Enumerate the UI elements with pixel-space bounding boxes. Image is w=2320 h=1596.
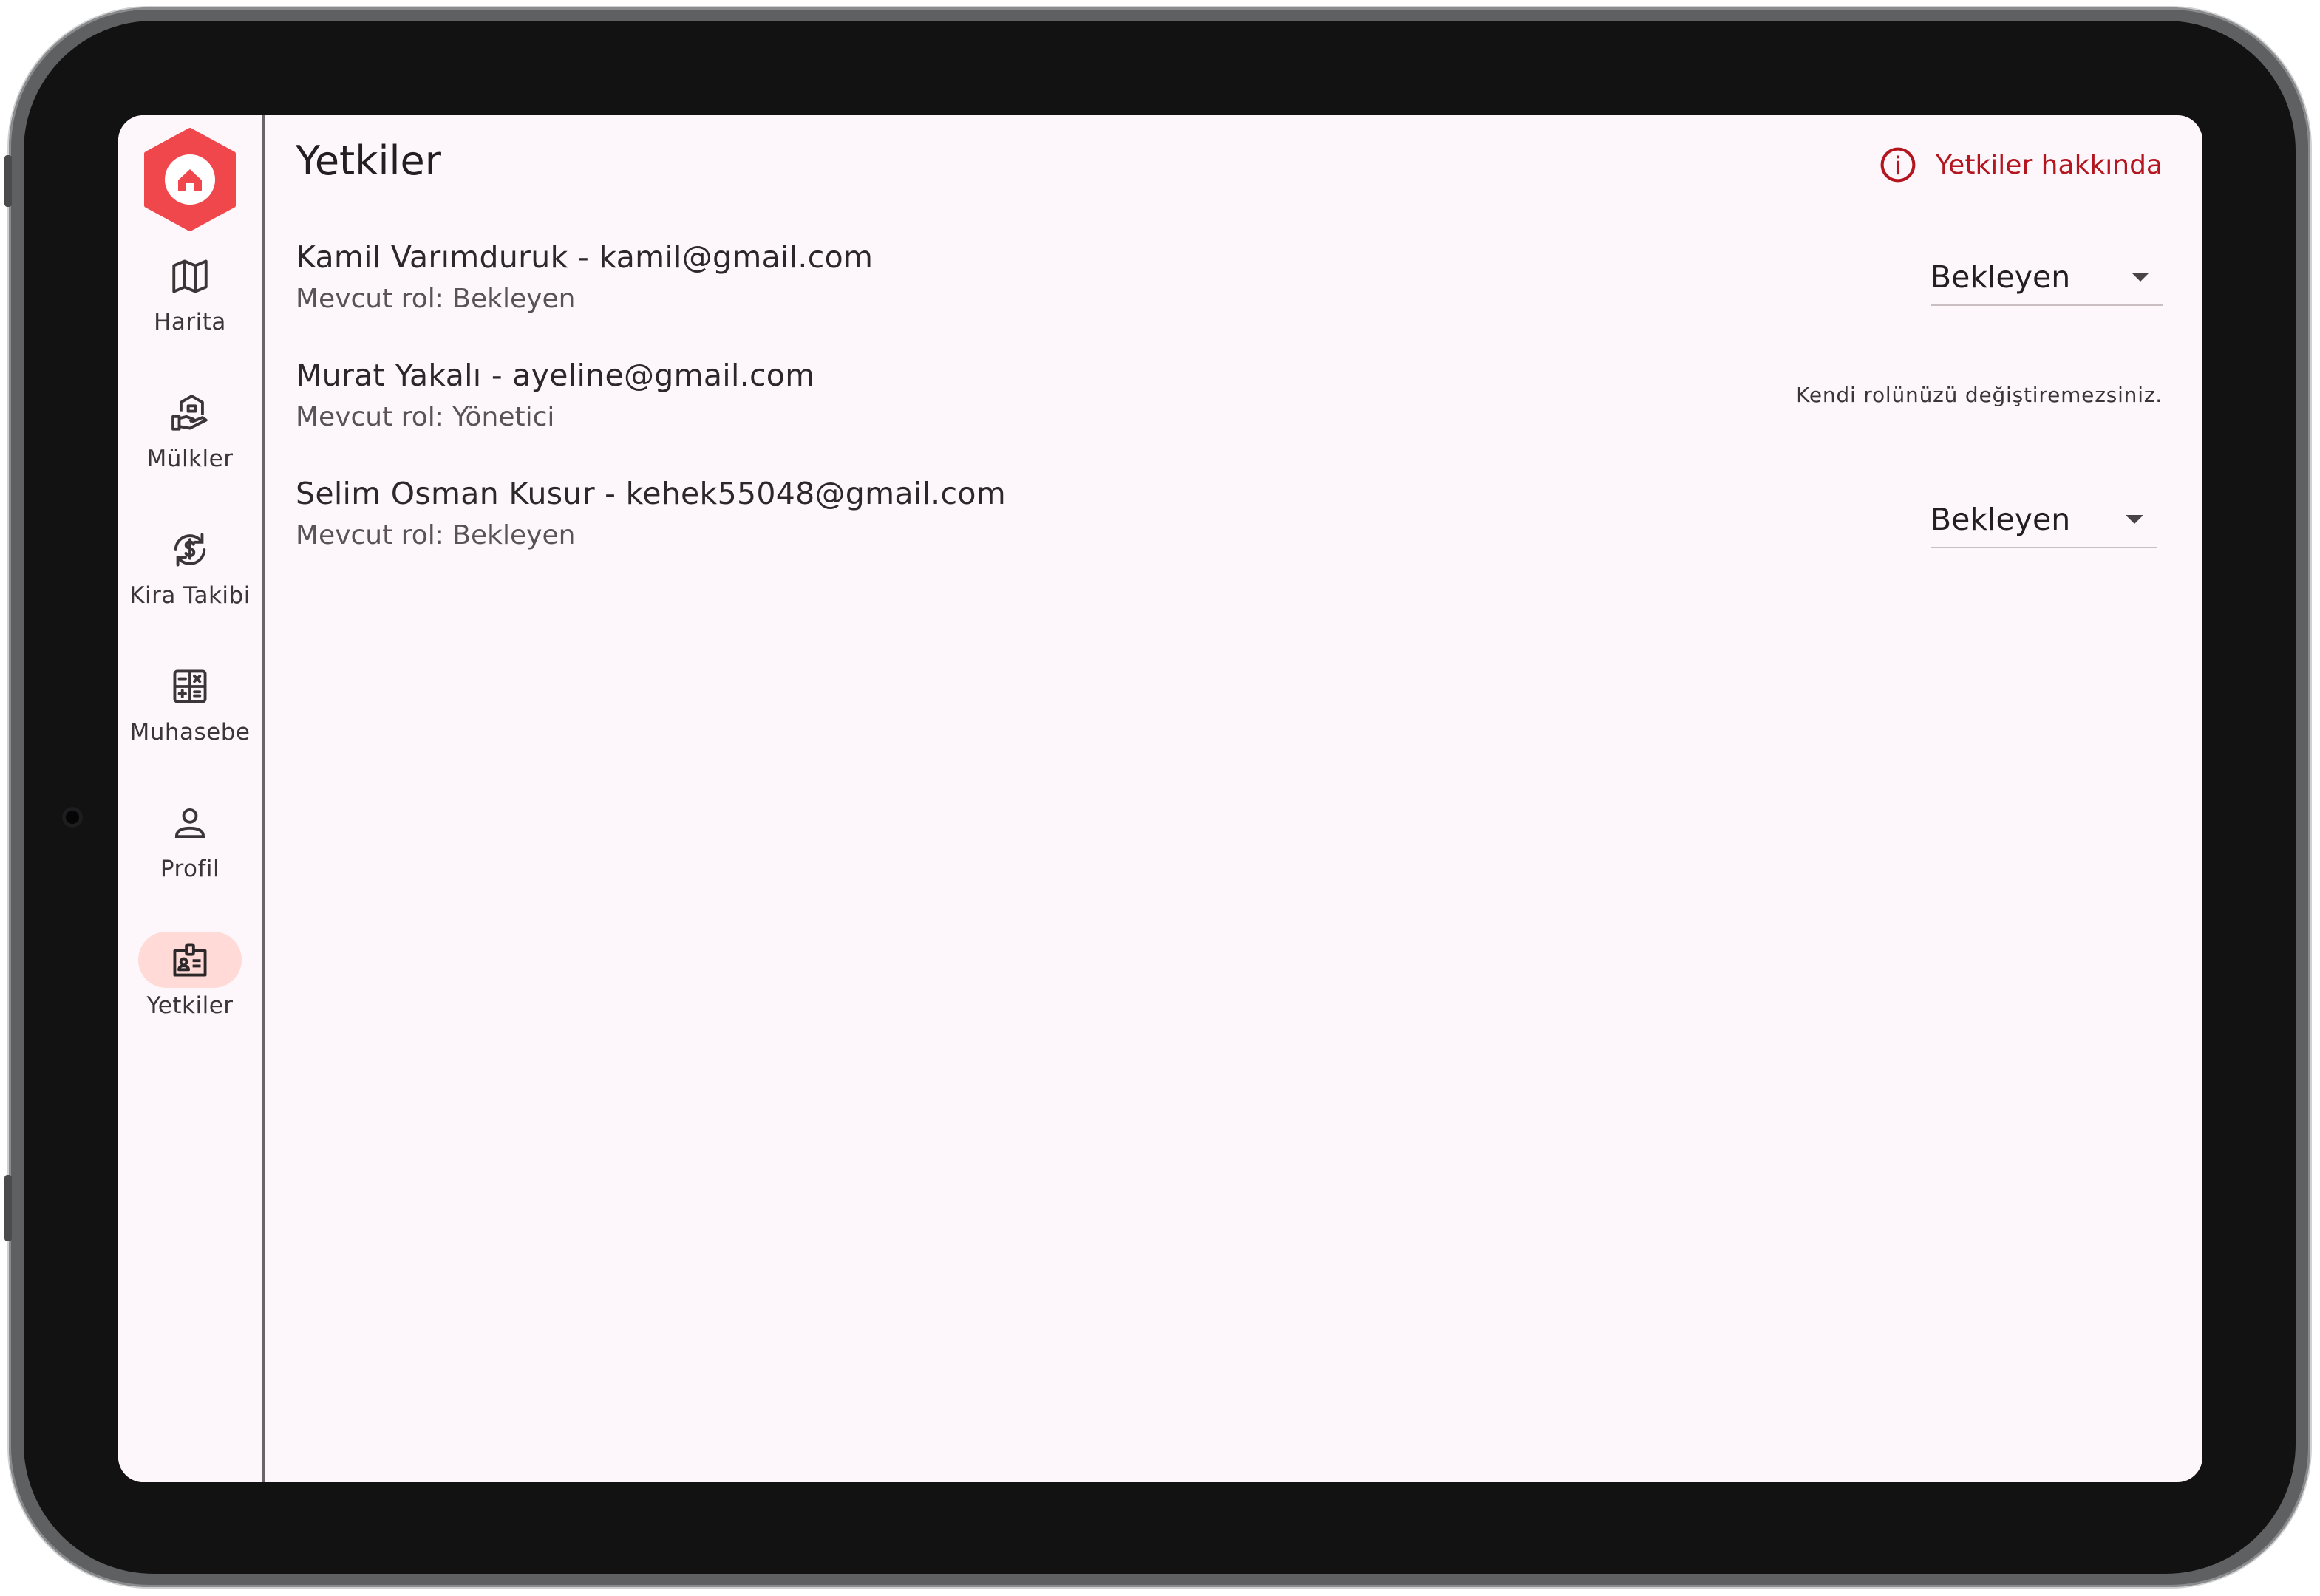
- nav-label: Harita: [154, 309, 226, 335]
- user-row: Kamil Varımduruk - kamil@gmail.com Mevcu…: [296, 239, 2163, 343]
- user-current-role: Mevcut rol: Bekleyen: [296, 284, 576, 314]
- nav-item-profil[interactable]: Profil: [118, 795, 262, 882]
- camera: [62, 807, 83, 828]
- user-row: Murat Yakalı - ayeline@gmail.com Mevcut …: [296, 358, 2163, 461]
- rent-cycle-dollar-icon: [138, 522, 242, 578]
- property-hand-icon: [138, 385, 242, 441]
- navigation-rail: Harita Mülkler Kira Takibi Muhasebe Prof…: [118, 115, 265, 1482]
- person-icon: [138, 795, 242, 851]
- cannot-change-own-role-note: Kendi rolünüzü değiştiremezsiniz.: [1796, 383, 2163, 407]
- nav-label: Muhasebe: [129, 719, 251, 746]
- nav-item-yetkiler[interactable]: Yetkiler: [118, 932, 262, 1019]
- main-content: Yetkiler Yetkiler hakkında Kamil Varımdu…: [265, 115, 2202, 1482]
- nav-item-kira-takibi[interactable]: Kira Takibi: [118, 522, 262, 609]
- dropdown-arrow-icon: [2132, 273, 2149, 282]
- nav-label: Yetkiler: [146, 992, 234, 1019]
- volume-button: [4, 155, 12, 207]
- role-dropdown-value: Bekleyen: [1931, 259, 2071, 295]
- role-dropdown[interactable]: Bekleyen: [1931, 250, 2163, 306]
- calculator-icon: [138, 658, 242, 715]
- nav-label: Kira Takibi: [129, 582, 251, 609]
- user-row: Selim Osman Kusur - kehek55048@gmail.com…: [296, 476, 2163, 579]
- role-dropdown-value: Bekleyen: [1931, 502, 2071, 537]
- about-link-label: Yetkiler hakkında: [1935, 149, 2163, 180]
- user-name-email: Kamil Varımduruk - kamil@gmail.com: [296, 239, 874, 275]
- info-icon: [1880, 147, 1916, 183]
- nav-item-harita[interactable]: Harita: [118, 248, 262, 335]
- user-name-email: Selim Osman Kusur - kehek55048@gmail.com: [296, 476, 1006, 511]
- nav-item-muhasebe[interactable]: Muhasebe: [118, 658, 262, 746]
- side-button: [4, 1175, 12, 1241]
- map-icon: [138, 248, 242, 304]
- page-title: Yetkiler: [296, 137, 441, 184]
- nav-label: Mülkler: [146, 446, 234, 472]
- role-dropdown[interactable]: Bekleyen: [1931, 492, 2157, 548]
- nav-item-mulkler[interactable]: Mülkler: [118, 385, 262, 472]
- dropdown-arrow-icon: [2126, 515, 2143, 524]
- about-permissions-link[interactable]: Yetkiler hakkında: [1878, 145, 2163, 185]
- app-screen: Harita Mülkler Kira Takibi Muhasebe Prof…: [118, 115, 2202, 1482]
- nav-label: Profil: [160, 856, 220, 882]
- user-current-role: Mevcut rol: Bekleyen: [296, 520, 576, 550]
- app-logo[interactable]: [142, 127, 238, 232]
- id-badge-icon: [138, 932, 242, 988]
